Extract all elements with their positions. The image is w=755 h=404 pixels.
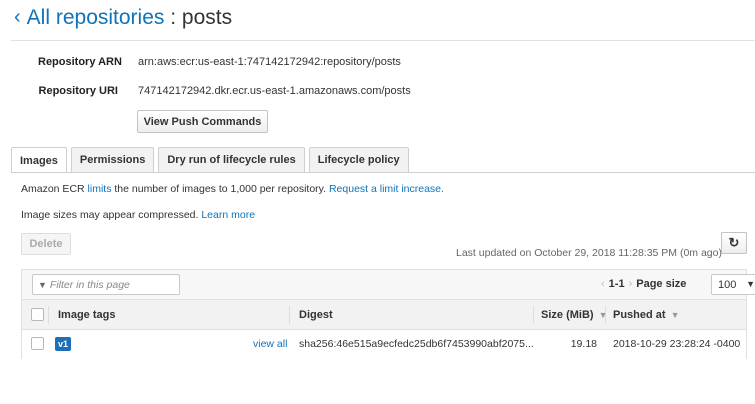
prev-page-icon[interactable]: ‹ xyxy=(601,278,605,290)
page-size-value: 100 xyxy=(718,278,737,291)
title-divider xyxy=(11,40,755,41)
all-repositories-link[interactable]: All repositories xyxy=(27,6,165,29)
refresh-icon: ↻ xyxy=(728,235,740,250)
row-checkbox[interactable] xyxy=(31,337,44,350)
compression-notice-text: Image sizes may appear compressed. xyxy=(21,209,202,221)
column-pushed-at-label: Pushed at xyxy=(613,309,666,321)
tab-images[interactable]: Images xyxy=(11,147,67,173)
sort-down-icon[interactable]: ▼ xyxy=(599,310,608,320)
image-pushed-at: 2018-10-29 23:28:24 -0400 xyxy=(613,338,741,350)
tab-divider xyxy=(11,172,755,173)
tab-lifecycle-policy[interactable]: Lifecycle policy xyxy=(308,147,409,172)
filter-icon: ▼ xyxy=(38,279,47,290)
repository-arn-value: arn:aws:ecr:us-east-1:747142172942:repos… xyxy=(138,56,401,68)
table-header: Image tags Digest Size (MiB) ▼ Pushed at ▼ xyxy=(22,300,746,330)
column-divider xyxy=(605,306,606,324)
column-divider xyxy=(289,306,290,324)
pagination: ‹ 1-1 › Page size xyxy=(597,278,686,290)
view-all-link-text[interactable]: view all xyxy=(253,338,287,350)
image-tag-badge: v1 xyxy=(55,337,72,351)
table-toolbar: ▼ Filter in this page ‹ 1-1 › Page size 1… xyxy=(22,270,755,300)
page-range: 1-1 xyxy=(608,278,625,290)
view-all-tags-link[interactable]: view all xyxy=(253,330,287,358)
page-size-label: Page size xyxy=(636,278,687,290)
limits-notice: Amazon ECR limits the number of images t… xyxy=(21,183,444,195)
page-size-select[interactable]: 100 ▼ xyxy=(711,274,755,295)
image-size: 19.18 xyxy=(570,338,597,350)
image-digest: sha256:46e515a9ecfedc25db6f7453990abf207… xyxy=(299,338,534,350)
next-page-icon[interactable]: › xyxy=(629,278,633,290)
tab-permissions[interactable]: Permissions xyxy=(70,147,155,172)
repository-arn-label: Repository ARN xyxy=(38,56,122,68)
column-digest[interactable]: Digest xyxy=(299,300,333,330)
page-title: ‹ All repositories : posts xyxy=(14,6,232,30)
repository-uri-value: 747142172942.dkr.ecr.us-east-1.amazonaws… xyxy=(138,85,411,97)
learn-more-link[interactable]: Learn more xyxy=(201,209,255,221)
view-push-commands-button[interactable]: View Push Commands xyxy=(137,110,268,133)
caret-down-icon: ▼ xyxy=(746,279,755,289)
images-table: ▼ Filter in this page ‹ 1-1 › Page size 1… xyxy=(21,269,755,359)
limits-notice-text: Amazon ECR xyxy=(21,183,88,195)
column-divider xyxy=(533,306,534,324)
filter-input[interactable]: ▼ Filter in this page xyxy=(32,274,180,295)
column-divider xyxy=(48,306,49,324)
tab-bar: Images Permissions Dry run of lifecycle … xyxy=(11,147,413,173)
last-updated-text: Last updated on October 29, 2018 11:28:3… xyxy=(456,247,722,259)
delete-button[interactable]: Delete xyxy=(21,233,71,255)
column-pushed-at[interactable]: Pushed at ▼ xyxy=(613,300,680,330)
column-size[interactable]: Size (MiB) ▼ xyxy=(541,300,607,330)
column-size-label: Size (MiB) xyxy=(541,309,594,321)
chevron-left-icon[interactable]: ‹ xyxy=(14,6,21,29)
select-all-checkbox[interactable] xyxy=(31,308,44,321)
repository-uri-label: Repository URI xyxy=(38,85,118,97)
compression-notice: Image sizes may appear compressed. Learn… xyxy=(21,209,255,221)
sort-down-icon[interactable]: ▼ xyxy=(671,310,680,320)
refresh-button[interactable]: ↻ xyxy=(721,232,747,254)
column-image-tags[interactable]: Image tags xyxy=(58,300,115,330)
limits-notice-text-2: the number of images to 1,000 per reposi… xyxy=(111,183,329,195)
table-row: v1 view all sha256:46e515a9ecfedc25db6f7… xyxy=(22,330,746,358)
request-limit-increase-link[interactable]: Request a limit increase. xyxy=(329,183,444,195)
filter-placeholder: Filter in this page xyxy=(49,278,130,291)
title-separator: : xyxy=(164,6,182,29)
tab-dry-run-lifecycle-rules[interactable]: Dry run of lifecycle rules xyxy=(158,147,305,172)
limits-link[interactable]: limits xyxy=(88,183,112,195)
repository-name: posts xyxy=(181,6,233,29)
